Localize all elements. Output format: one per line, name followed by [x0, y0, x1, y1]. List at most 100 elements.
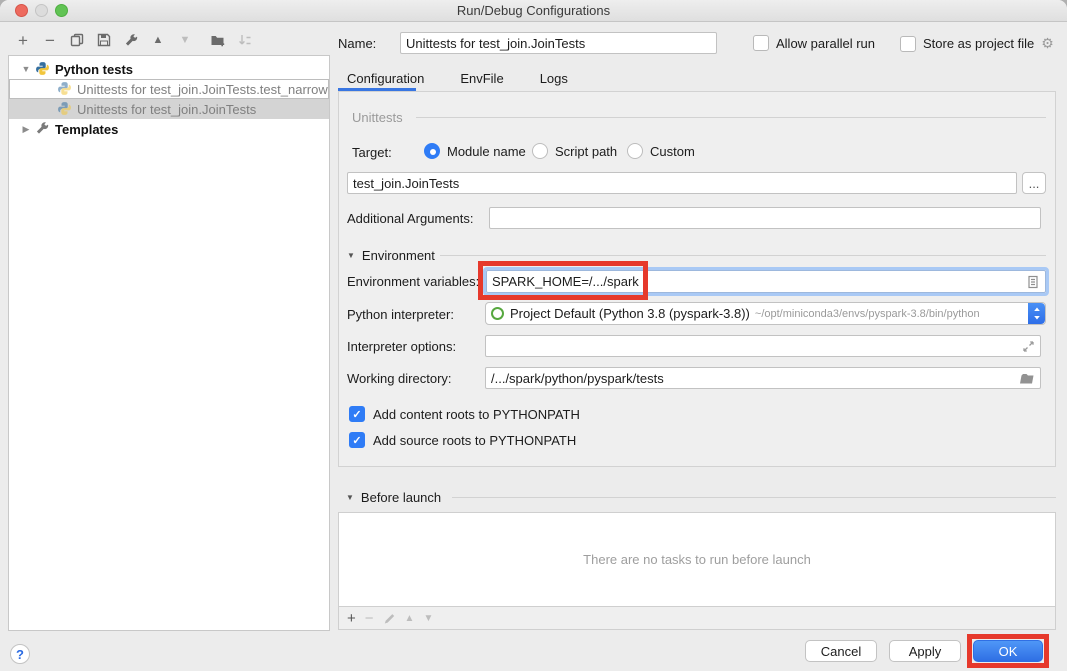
gear-icon[interactable]: ⚙ — [1041, 35, 1054, 52]
move-task-down-icon[interactable]: ▼ — [423, 613, 433, 624]
browse-environment-variables-icon[interactable] — [1026, 275, 1040, 289]
browse-folder-icon[interactable] — [1019, 372, 1035, 385]
chevron-right-icon[interactable]: ▶ — [19, 124, 33, 135]
conda-environment-icon — [491, 307, 504, 320]
run-debug-configurations-dialog: Run/Debug Configurations + − ▲ ▼ ▼ Pyth — [0, 0, 1067, 671]
tree-item-templates[interactable]: ▶ Templates — [9, 119, 329, 139]
new-folder-icon[interactable] — [207, 29, 229, 51]
target-custom-option[interactable]: Custom — [627, 143, 695, 159]
apply-button[interactable]: Apply — [889, 640, 961, 662]
remove-task-icon[interactable]: − — [365, 611, 374, 626]
python-test-icon — [57, 101, 73, 117]
move-task-up-icon[interactable]: ▲ — [405, 613, 415, 624]
before-launch-toolbar: + − ▲ ▼ — [339, 607, 1055, 629]
zoom-window-button[interactable] — [55, 4, 68, 17]
templates-wrench-icon — [35, 121, 51, 137]
remove-configuration-icon[interactable]: − — [39, 29, 61, 51]
module-name-field[interactable] — [347, 172, 1017, 194]
tree-item-label: Python tests — [55, 62, 133, 77]
add-source-roots-checkbox[interactable]: ✓ — [349, 432, 365, 448]
before-launch-header[interactable]: ▼ Before launch — [346, 490, 441, 505]
python-interpreter-value: Project Default (Python 3.8 (pyspark-3.8… — [510, 306, 750, 321]
additional-arguments-field[interactable] — [489, 207, 1041, 229]
python-icon — [35, 61, 51, 77]
copy-configuration-icon[interactable] — [66, 29, 88, 51]
before-launch-task-list[interactable]: There are no tasks to run before launch — [339, 513, 1055, 607]
target-module-name-option[interactable]: Module name — [424, 143, 526, 159]
move-up-icon[interactable]: ▲ — [147, 29, 169, 51]
script-path-radio[interactable] — [532, 143, 548, 159]
tab-envfile[interactable]: EnvFile — [460, 71, 503, 86]
help-icon: ? — [16, 647, 24, 662]
name-input[interactable] — [406, 36, 711, 51]
configurations-toolbar: + − ▲ ▼ — [12, 28, 312, 52]
expand-editor-icon[interactable] — [1022, 340, 1035, 353]
add-task-icon[interactable]: + — [347, 611, 356, 626]
move-down-icon[interactable]: ▼ — [174, 29, 196, 51]
annotation-box-ok-button — [967, 634, 1049, 668]
minimize-window-button[interactable] — [35, 4, 48, 17]
tab-bar: Configuration EnvFile Logs — [347, 71, 568, 86]
browse-module-button[interactable]: ... — [1022, 172, 1046, 194]
target-script-path-option[interactable]: Script path — [532, 143, 617, 159]
before-launch-empty-message: There are no tasks to run before launch — [583, 552, 811, 567]
sort-configurations-icon[interactable] — [234, 29, 256, 51]
save-configuration-icon[interactable] — [93, 29, 115, 51]
working-directory-label: Working directory: — [347, 371, 452, 386]
add-configuration-icon[interactable]: + — [12, 29, 34, 51]
tree-item-unittests-jointests[interactable]: Unittests for test_join.JoinTests — [9, 99, 329, 119]
python-interpreter-select[interactable]: Project Default (Python 3.8 (pyspark-3.8… — [485, 302, 1046, 325]
allow-parallel-run-option[interactable]: Allow parallel run — [753, 35, 875, 51]
custom-radio[interactable] — [627, 143, 643, 159]
name-label: Name: — [338, 36, 376, 51]
environment-group-divider — [440, 255, 1046, 256]
custom-label: Custom — [650, 144, 695, 159]
edit-templates-icon[interactable] — [120, 29, 142, 51]
dropdown-stepper-icon[interactable] — [1028, 303, 1045, 324]
working-directory-field[interactable] — [485, 367, 1041, 389]
environment-group-title: Environment — [362, 248, 435, 263]
interpreter-options-input[interactable] — [491, 339, 1022, 354]
additional-arguments-label: Additional Arguments: — [347, 211, 473, 226]
tree-item-label: Unittests for test_join.JoinTests — [77, 102, 256, 117]
python-test-icon — [57, 81, 73, 97]
before-launch-container: There are no tasks to run before launch … — [338, 512, 1056, 630]
help-button[interactable]: ? — [10, 644, 30, 664]
allow-parallel-run-label: Allow parallel run — [776, 36, 875, 51]
tree-item-unittests-test-narrow[interactable]: Unittests for test_join.JoinTests.test_n… — [9, 79, 329, 99]
store-as-project-file-option[interactable]: Store as project file ⚙ — [900, 35, 1054, 52]
tree-item-label: Unittests for test_join.JoinTests.test_n… — [77, 82, 328, 97]
tab-logs[interactable]: Logs — [540, 71, 568, 86]
annotation-box-environment-variables — [478, 261, 648, 300]
cancel-button[interactable]: Cancel — [805, 640, 877, 662]
module-name-input[interactable] — [353, 176, 1011, 191]
add-source-roots-option[interactable]: ✓ Add source roots to PYTHONPATH — [349, 432, 576, 448]
add-content-roots-option[interactable]: ✓ Add content roots to PYTHONPATH — [349, 406, 580, 422]
chevron-down-icon[interactable]: ▼ — [19, 64, 33, 74]
tree-item-label: Templates — [55, 122, 118, 137]
add-content-roots-checkbox[interactable]: ✓ — [349, 406, 365, 422]
store-as-project-file-checkbox[interactable] — [900, 36, 916, 52]
check-icon: ✓ — [352, 408, 361, 421]
add-content-roots-label: Add content roots to PYTHONPATH — [373, 407, 580, 422]
tree-item-python-tests[interactable]: ▼ Python tests — [9, 59, 329, 79]
target-label: Target: — [352, 145, 392, 160]
working-directory-input[interactable] — [491, 371, 1019, 386]
unittests-group-divider — [416, 117, 1046, 118]
additional-arguments-input[interactable] — [495, 211, 1035, 226]
interpreter-options-field[interactable] — [485, 335, 1041, 357]
name-field[interactable] — [400, 32, 717, 54]
collapse-before-launch-icon[interactable]: ▼ — [346, 493, 354, 502]
module-name-label: Module name — [447, 144, 526, 159]
close-window-button[interactable] — [15, 4, 28, 17]
edit-task-icon[interactable] — [383, 612, 396, 625]
environment-group-header[interactable]: ▼ Environment — [347, 248, 435, 263]
allow-parallel-run-checkbox[interactable] — [753, 35, 769, 51]
collapse-environment-icon[interactable]: ▼ — [347, 251, 355, 260]
check-icon: ✓ — [352, 434, 361, 447]
store-as-project-file-label: Store as project file — [923, 36, 1034, 51]
tab-configuration[interactable]: Configuration — [347, 71, 424, 86]
unittests-group-title: Unittests — [352, 110, 403, 125]
module-name-radio[interactable] — [424, 143, 440, 159]
script-path-label: Script path — [555, 144, 617, 159]
